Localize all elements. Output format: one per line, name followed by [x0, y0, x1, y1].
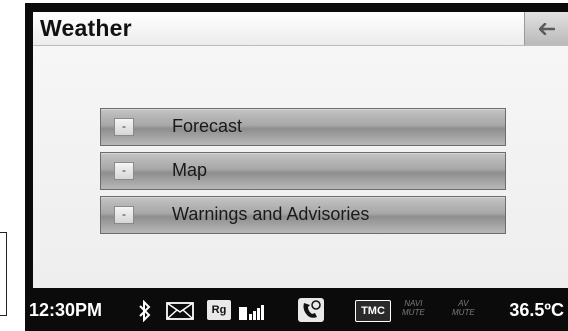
- phone-icon: [298, 298, 324, 322]
- menu-bullet: -: [114, 118, 134, 136]
- menu-bullet: -: [114, 162, 134, 180]
- weather-screen: Weather - Forecast - Map - Warnings and …: [33, 12, 568, 288]
- menu-item-forecast[interactable]: - Forecast: [100, 108, 506, 146]
- status-bar: 12:30PM Rg TMC NAVI MUTE AV MUTE 36.5ºC: [25, 292, 568, 331]
- tmc-badge: TMC: [355, 300, 391, 322]
- menu-label-warnings: Warnings and Advisories: [172, 204, 370, 224]
- menu-item-map[interactable]: - Map: [100, 152, 506, 190]
- mail-icon: [166, 302, 194, 320]
- back-button[interactable]: [524, 12, 568, 45]
- roaming-icon: Rg: [207, 300, 231, 320]
- menu-label-forecast: Forecast: [172, 116, 243, 136]
- outside-temperature: 36.5ºC: [509, 300, 564, 320]
- menu-item-warnings[interactable]: - Warnings and Advisories: [100, 196, 506, 234]
- page-title: Weather: [40, 15, 132, 41]
- navi-mute-line1: NAVI: [404, 299, 423, 308]
- title-bar: Weather: [33, 12, 568, 46]
- menu-bullet: -: [114, 206, 134, 224]
- clock: 12:30PM: [29, 300, 103, 320]
- left-edge-frame: [0, 232, 7, 316]
- bluetooth-icon: [139, 300, 151, 322]
- menu-label-map: Map: [172, 160, 208, 180]
- navi-mute-line2: MUTE: [402, 308, 425, 317]
- weather-menu: - Forecast - Map - Warnings and Advisori…: [100, 108, 506, 240]
- signal-icon: [239, 305, 264, 320]
- navi-mute-indicator: NAVI MUTE: [402, 299, 425, 317]
- av-mute-indicator: AV MUTE: [452, 299, 475, 317]
- av-mute-line2: MUTE: [452, 308, 475, 317]
- av-mute-line1: AV: [458, 299, 469, 308]
- arrow-left-icon: [538, 22, 555, 35]
